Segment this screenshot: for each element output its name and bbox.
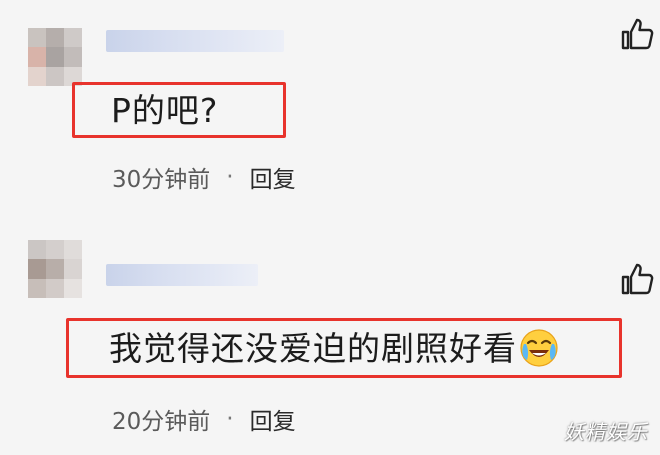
- crying-laughing-emoji-icon: [520, 329, 558, 367]
- reply-button[interactable]: 回复: [250, 160, 296, 194]
- thumbs-up-icon[interactable]: [620, 262, 654, 296]
- meta-separator: ·: [226, 164, 234, 190]
- comment-highlight-box: 我觉得还没爱迫的剧照好看: [66, 318, 622, 378]
- comment-text: 我觉得还没爱迫的剧照好看: [109, 328, 517, 368]
- username-blurred[interactable]: [106, 264, 258, 286]
- comment-timestamp: 30分钟前: [112, 167, 211, 193]
- meta-separator: ·: [226, 406, 234, 432]
- comment-timestamp: 20分钟前: [112, 409, 211, 435]
- comment-meta: 20分钟前 · 回复: [112, 402, 296, 436]
- reply-button[interactable]: 回复: [250, 402, 296, 436]
- thumbs-up-icon[interactable]: [620, 17, 654, 51]
- avatar[interactable]: [28, 28, 82, 86]
- comment-highlight-box: P的吧?: [72, 82, 286, 138]
- avatar[interactable]: [28, 240, 82, 298]
- comment-meta: 30分钟前 · 回复: [112, 160, 296, 194]
- watermark: 妖精娱乐: [564, 420, 648, 444]
- username-blurred[interactable]: [106, 30, 284, 52]
- comment-text: P的吧?: [111, 90, 219, 130]
